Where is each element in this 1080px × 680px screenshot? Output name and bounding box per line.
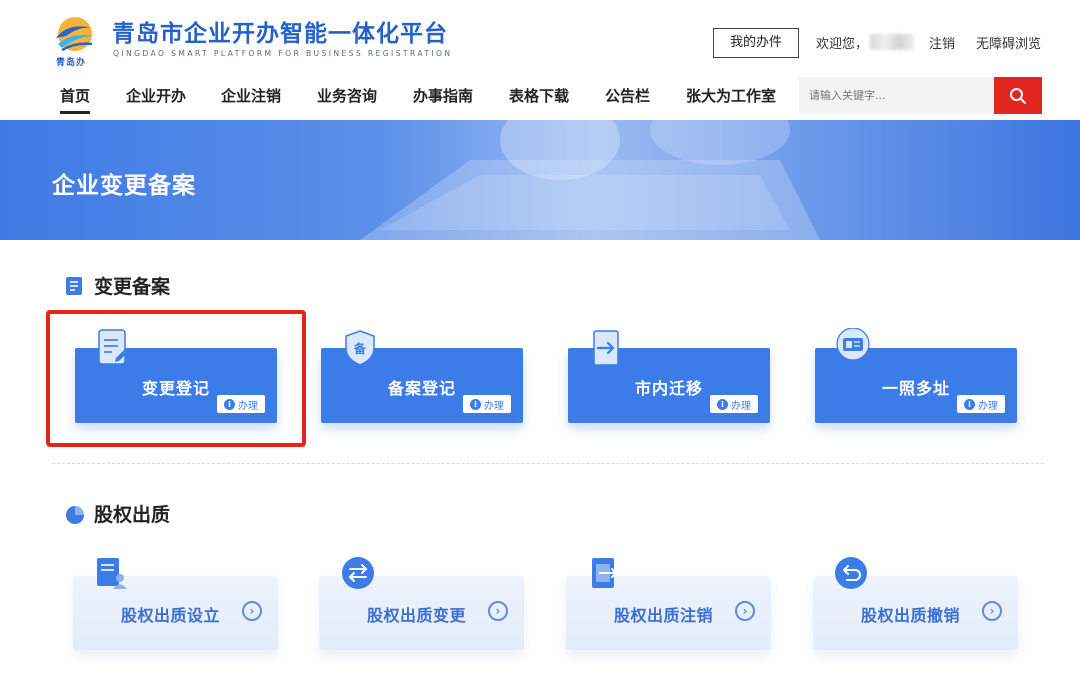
handle-badge[interactable]: i 办理 [463, 395, 511, 413]
shield-icon: 备 [345, 330, 375, 366]
site-subtitle: QINGDAO SMART PLATFORM FOR BUSINESS REGI… [113, 49, 453, 58]
nav-item-consultation[interactable]: 业务咨询 [317, 85, 377, 106]
license-icon [836, 328, 870, 361]
search-icon [1010, 87, 1026, 104]
nav-item-business-cancel[interactable]: 企业注销 [221, 85, 281, 106]
site-title: 青岛市企业开办智能一体化平台 [112, 21, 448, 47]
section-title-text: 股权出质 [94, 504, 171, 526]
badge-label: 办理 [731, 400, 751, 412]
card-label: 股权出质设立 [121, 606, 221, 625]
info-icon: i [470, 398, 481, 410]
badge-label: 办理 [978, 400, 998, 412]
nav-item-business-setup[interactable]: 企业开办 [126, 85, 186, 106]
page-banner: 企业变更备案 [0, 120, 1080, 240]
info-icon: i [717, 398, 728, 410]
info-icon: i [964, 398, 975, 410]
transfer-door-icon [593, 330, 619, 366]
welcome-text: 欢迎您， [816, 37, 869, 52]
card-label: 股权出质变更 [367, 606, 467, 625]
user-document-icon [97, 558, 127, 589]
my-affairs-button[interactable]: 我的办件 [713, 28, 799, 58]
list-document-icon [66, 276, 82, 295]
handle-badge[interactable]: i 办理 [957, 395, 1005, 413]
pie-chart-icon [66, 505, 84, 524]
section-title-change: 变更备案 [64, 272, 170, 299]
handle-badge[interactable]: i 办理 [710, 395, 758, 413]
highlight-box [46, 310, 306, 447]
shield-char: 备 [353, 341, 367, 356]
swap-arrows-icon [342, 557, 374, 589]
nav-item-home[interactable]: 首页 [60, 85, 91, 114]
nav-item-forms[interactable]: 表格下载 [509, 85, 569, 106]
section-title-equity: 股权出质 [64, 500, 170, 527]
undo-icon [835, 557, 867, 589]
chevron-right-icon[interactable]: › [488, 601, 508, 621]
logout-link[interactable]: 注销 [929, 33, 955, 52]
badge-label: 办理 [484, 400, 504, 412]
logo-text: 青岛办 [56, 58, 87, 68]
chevron-right-icon[interactable]: › [242, 601, 262, 621]
nav-item-guide[interactable]: 办事指南 [413, 85, 473, 106]
nav-item-notices[interactable]: 公告栏 [605, 85, 650, 106]
chevron-right-icon[interactable]: › [982, 601, 1002, 621]
card-label: 股权出质注销 [614, 606, 714, 625]
nav-item-studio[interactable]: 张大为工作室 [686, 85, 776, 106]
accessible-browsing-link[interactable]: 无障碍浏览 [976, 33, 1041, 52]
search-input[interactable] [799, 77, 995, 114]
page-title: 企业变更备案 [52, 173, 196, 199]
chevron-right-icon[interactable]: › [735, 601, 755, 621]
section-title-text: 变更备案 [94, 276, 171, 298]
username-blurred [870, 34, 914, 50]
search-button[interactable] [994, 77, 1042, 114]
exit-document-icon [592, 558, 618, 588]
card-label: 股权出质撤销 [861, 606, 961, 625]
section-divider [52, 463, 1044, 464]
